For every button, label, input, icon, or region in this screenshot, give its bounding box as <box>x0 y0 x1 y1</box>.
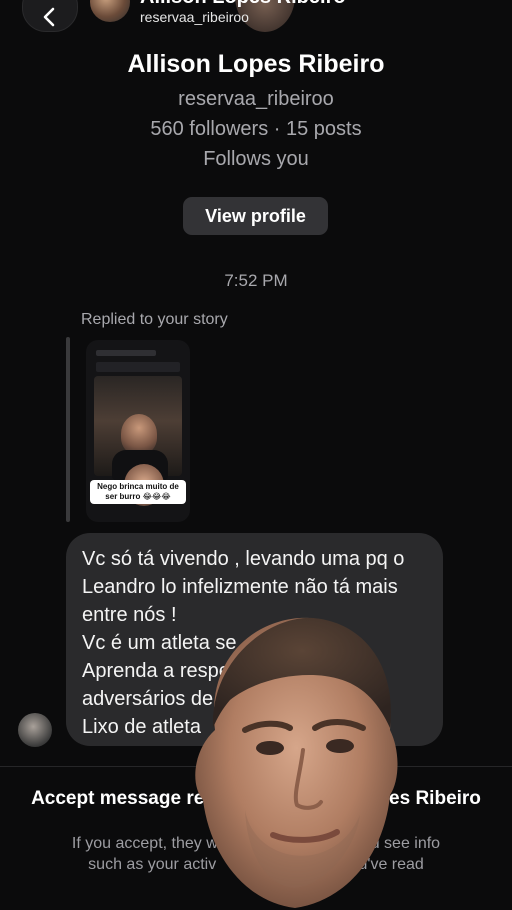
story-photo <box>94 376 182 506</box>
header-name: Allison Lopes Ribeiro <box>140 0 346 9</box>
profile-username: reservaa_ribeiroo <box>178 88 334 110</box>
replied-to-story-label: Replied to your story <box>81 311 228 328</box>
message-line: Leandro lo infelizmente não tá mais <box>82 576 398 598</box>
profile-stats: 560 followers · 15 posts <box>150 118 362 140</box>
story-caption: Nego brinca muito de ser burro 😂😂😂 <box>90 480 186 504</box>
story-thumbnail[interactable]: Nego brinca muito de ser burro 😂😂😂 <box>86 340 190 522</box>
header-username: reservaa_ribeiroo <box>140 9 249 25</box>
reply-indicator-bar <box>66 337 70 522</box>
back-button[interactable] <box>22 0 78 32</box>
sender-avatar[interactable] <box>18 713 52 747</box>
chevron-left-icon <box>43 7 55 27</box>
story-person-head <box>121 414 157 454</box>
view-profile-button[interactable]: View profile <box>183 197 328 235</box>
message-timestamp: 7:52 PM <box>224 271 288 290</box>
story-header-bar <box>96 350 156 356</box>
profile-name: Allison Lopes Ribeiro <box>127 50 385 78</box>
face-sticker-overlay <box>195 617 398 908</box>
story-subheader-bar <box>96 362 180 372</box>
story-content: Nego brinca muito de ser burro 😂😂😂 <box>86 340 190 522</box>
message-line: Vc só tá vivendo , levando uma pq o <box>82 548 405 570</box>
header-avatar[interactable] <box>90 0 130 22</box>
follow-status: Follows you <box>203 148 309 170</box>
